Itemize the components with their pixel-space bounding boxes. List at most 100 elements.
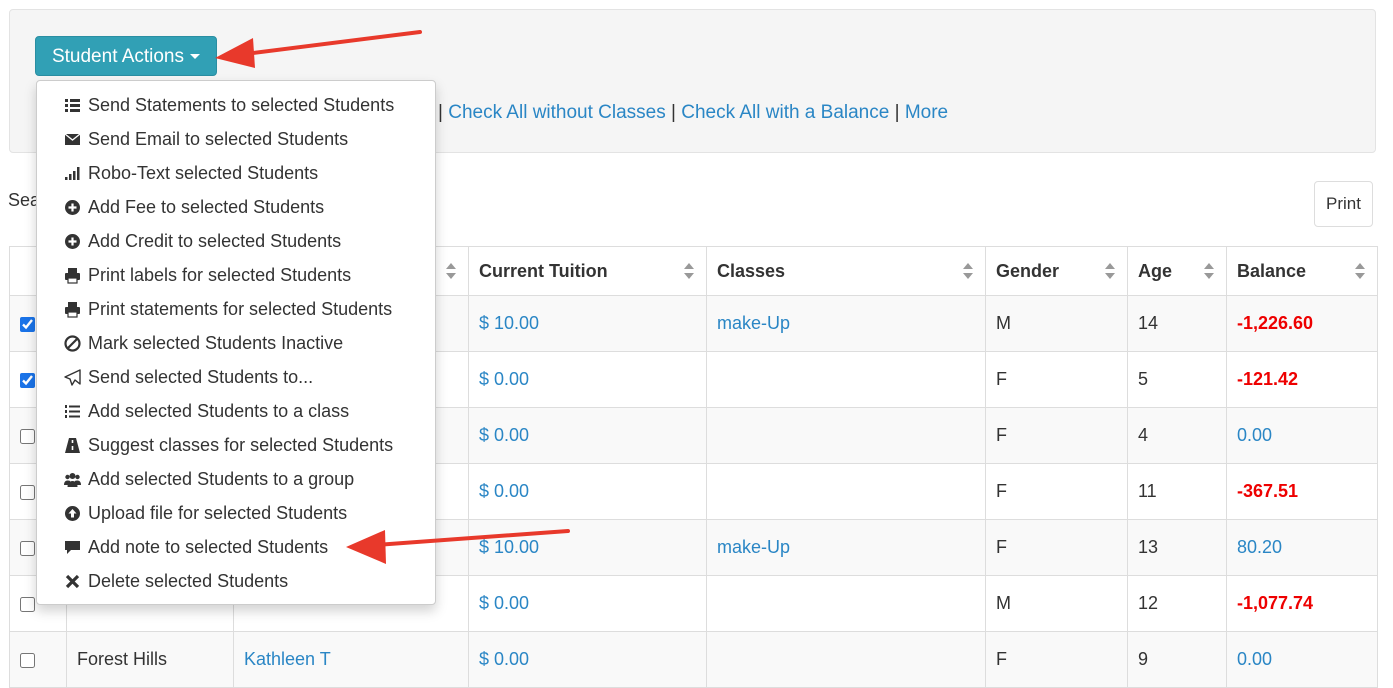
sort-icon[interactable] (1105, 263, 1115, 279)
gender-cell: F (985, 463, 1128, 520)
tuition-link[interactable]: $ 0.00 (479, 425, 529, 445)
menu-item-label: Add selected Students to a group (88, 469, 355, 489)
balance-cell: -1,226.60 (1226, 295, 1378, 352)
list-ol-icon (65, 405, 80, 418)
header-balance[interactable]: Balance (1226, 246, 1378, 296)
users-icon (64, 473, 81, 487)
header-label: Classes (717, 260, 786, 281)
classes-cell (706, 631, 986, 688)
signal-icon (65, 167, 80, 180)
check-all-without-classes-link[interactable]: Check All without Classes (448, 102, 666, 123)
header-label: Age (1138, 260, 1173, 281)
classes-cell (706, 575, 986, 632)
sort-icon[interactable] (1355, 263, 1365, 279)
student-actions-button[interactable]: Student Actions (35, 36, 217, 76)
student-link[interactable]: Kathleen T (244, 649, 331, 669)
ban-icon (64, 335, 81, 352)
menu-item[interactable]: Add selected Students to a class (37, 394, 435, 428)
row-checkbox[interactable] (20, 428, 35, 444)
list-icon (65, 99, 80, 112)
tuition-link[interactable]: $ 0.00 (479, 481, 529, 501)
menu-item[interactable]: Upload file for selected Students (37, 496, 435, 530)
menu-item-label: Robo-Text selected Students (88, 163, 319, 183)
class-link[interactable]: make-Up (717, 537, 790, 557)
menu-item-label: Send selected Students to... (88, 367, 314, 387)
menu-item[interactable]: Print labels for selected Students (37, 258, 435, 292)
tuition-link[interactable]: $ 0.00 (479, 649, 529, 669)
header-label: Current Tuition (479, 260, 608, 281)
menu-item[interactable]: Send Statements to selected Students (37, 88, 435, 122)
menu-item-label: Add note to selected Students (88, 537, 329, 557)
menu-item[interactable]: Send Email to selected Students (37, 122, 435, 156)
gender-cell: F (985, 351, 1128, 408)
menu-item[interactable]: Mark selected Students Inactive (37, 326, 435, 360)
balance-cell: -121.42 (1226, 351, 1378, 408)
header-age[interactable]: Age (1127, 246, 1227, 296)
menu-item-label: Mark selected Students Inactive (88, 333, 344, 353)
menu-item-label: Suggest classes for selected Students (88, 435, 394, 455)
tuition-cell: $ 0.00 (468, 631, 707, 688)
header-classes[interactable]: Classes (706, 246, 986, 296)
paper-plane-icon (64, 369, 81, 386)
menu-item[interactable]: Send selected Students to... (37, 360, 435, 394)
class-link[interactable]: make-Up (717, 313, 790, 333)
road-icon (65, 438, 80, 453)
envelope-icon (64, 133, 81, 145)
menu-item[interactable]: Add selected Students to a group (37, 462, 435, 496)
row-checkbox[interactable] (20, 596, 35, 612)
gender-cell: M (985, 575, 1128, 632)
sort-icon[interactable] (684, 263, 694, 279)
menu-item[interactable]: Delete selected Students (37, 564, 435, 598)
tuition-link[interactable]: $ 10.00 (479, 537, 539, 557)
menu-item-label: Send Statements to selected Students (88, 95, 395, 115)
sort-icon[interactable] (1204, 263, 1214, 279)
row-checkbox[interactable] (20, 316, 35, 332)
age-cell: 12 (1127, 575, 1227, 632)
age-cell: 11 (1127, 463, 1227, 520)
gender-cell: M (985, 295, 1128, 352)
sort-icon[interactable] (963, 263, 973, 279)
menu-item-label: Print statements for selected Students (88, 299, 393, 319)
balance-cell: -1,077.74 (1226, 575, 1378, 632)
menu-item[interactable]: Add Credit to selected Students (37, 224, 435, 258)
age-cell: 5 (1127, 351, 1227, 408)
menu-item-label: Send Email to selected Students (88, 129, 349, 149)
more-link[interactable]: More (905, 102, 948, 123)
tuition-cell: $ 0.00 (468, 463, 707, 520)
menu-item[interactable]: Add note to selected Students (37, 530, 435, 564)
age-cell: 14 (1127, 295, 1227, 352)
row-checkbox[interactable] (20, 540, 35, 556)
link-separator: | (671, 102, 676, 123)
menu-item[interactable]: Suggest classes for selected Students (37, 428, 435, 462)
print-button[interactable]: Print (1314, 181, 1373, 227)
menu-item[interactable]: Print statements for selected Students (37, 292, 435, 326)
header-gender[interactable]: Gender (985, 246, 1128, 296)
classes-cell: make-Up (706, 295, 986, 352)
header-current-tuition[interactable]: Current Tuition (468, 246, 707, 296)
caret-down-icon (190, 54, 201, 60)
header-label: Balance (1237, 260, 1307, 281)
row-checkbox[interactable] (20, 652, 35, 668)
tuition-link[interactable]: $ 0.00 (479, 369, 529, 389)
sort-icon[interactable] (446, 263, 456, 279)
balance-cell: -367.51 (1226, 463, 1378, 520)
gender-cell: F (985, 631, 1128, 688)
classes-cell (706, 407, 986, 464)
balance-cell: 0.00 (1226, 631, 1378, 688)
tuition-cell: $ 0.00 (468, 575, 707, 632)
tuition-cell: $ 10.00 (468, 295, 707, 352)
tuition-link[interactable]: $ 0.00 (479, 593, 529, 613)
age-cell: 13 (1127, 519, 1227, 576)
menu-item[interactable]: Robo-Text selected Students (37, 156, 435, 190)
row-checkbox[interactable] (20, 372, 35, 388)
plus-circle-icon (65, 200, 80, 215)
menu-item[interactable]: Add Fee to selected Students (37, 190, 435, 224)
menu-item-label: Delete selected Students (88, 571, 289, 591)
tuition-cell: $ 10.00 (468, 519, 707, 576)
row-checkbox[interactable] (20, 484, 35, 500)
plus-circle-icon (65, 234, 80, 249)
check-links: | Check All without Classes | Check All … (438, 102, 948, 124)
tuition-link[interactable]: $ 10.00 (479, 313, 539, 333)
table-row: Forest Hills Kathleen T $ 0.00 F 9 0.00 (9, 631, 1378, 688)
check-all-with-balance-link[interactable]: Check All with a Balance (681, 102, 889, 123)
